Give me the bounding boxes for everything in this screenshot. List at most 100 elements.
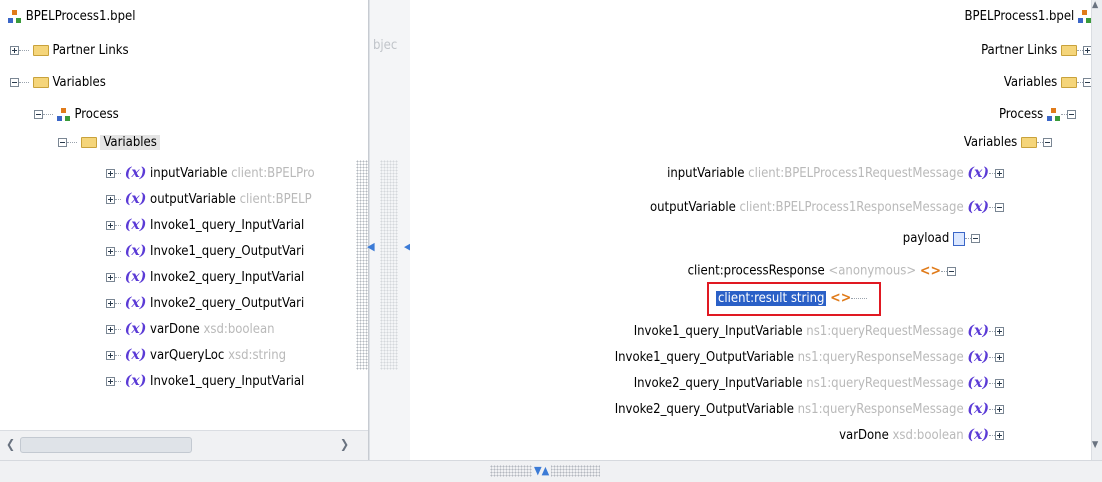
canvas-grid: [380, 160, 398, 370]
scroll-right-icon[interactable]: ❯: [340, 437, 349, 451]
process-icon: [1047, 107, 1061, 122]
tree-node-process-variables[interactable]: Variables: [58, 132, 160, 154]
tree-node-process-variables[interactable]: Variables: [964, 132, 1052, 154]
mapping-canvas: bjec ◀ ◀: [367, 0, 412, 460]
vertical-scrollbar[interactable]: ▲ ▼: [1091, 0, 1102, 460]
expand-icon[interactable]: [10, 46, 19, 55]
process-icon: [56, 107, 71, 122]
expand-icon[interactable]: [106, 377, 115, 386]
payload-icon: [953, 231, 965, 246]
variable-icon: (x): [967, 401, 989, 417]
variable-icon: (x): [124, 269, 147, 285]
tree-item-variable[interactable]: (x) Invoke2_query_OutputVari: [106, 292, 304, 314]
collapse-icon[interactable]: [971, 234, 980, 243]
expand-icon[interactable]: [106, 325, 115, 334]
tree-node-process[interactable]: Process: [999, 104, 1076, 126]
collapse-icon[interactable]: [947, 266, 956, 276]
tree-item-variable[interactable]: varDone xsd:boolean (x): [839, 424, 1004, 442]
element-icon: <>: [919, 263, 941, 279]
tree-item-variable[interactable]: (x) outputVariable client:BPELP: [106, 188, 312, 210]
client-result-label: client:result string: [716, 290, 827, 306]
horizontal-scrollbar[interactable]: ❮ ❯: [0, 430, 368, 460]
collapse-icon[interactable]: [10, 78, 19, 87]
tree-item-variable[interactable]: (x) Invoke2_query_InputVarial: [106, 266, 304, 288]
tree-item-variable[interactable]: Invoke2_query_OutputVariable ns1:queryRe…: [615, 398, 1004, 420]
expand-icon[interactable]: [106, 247, 115, 256]
bottom-splitter[interactable]: ▼▲: [0, 460, 1102, 482]
variable-icon: (x): [967, 323, 989, 339]
scroll-left-icon[interactable]: ❮: [6, 437, 15, 451]
folder-open-icon: [1061, 77, 1077, 88]
variable-icon: (x): [967, 165, 989, 181]
process-icon: [8, 9, 22, 24]
tree-item-input-variable[interactable]: inputVariable client:BPELProcess1Request…: [667, 162, 1004, 184]
tree-item-variable[interactable]: (x) Invoke1_query_InputVarial: [106, 370, 304, 392]
tree-item-payload[interactable]: payload: [903, 228, 980, 250]
expand-icon[interactable]: [106, 221, 115, 230]
folder-open-icon: [32, 77, 49, 88]
variable-icon: (x): [967, 427, 989, 442]
variable-icon: (x): [124, 373, 147, 389]
canvas-label: bjec: [373, 38, 398, 53]
variable-icon: (x): [124, 347, 147, 363]
tree-item-variable[interactable]: Invoke1_query_OutputVariable ns1:queryRe…: [615, 346, 1004, 368]
variable-icon: (x): [967, 349, 989, 365]
root-label: BPELProcess1.bpel: [25, 9, 136, 24]
tree-node-variables[interactable]: Variables: [1004, 72, 1092, 94]
expand-icon[interactable]: [106, 299, 115, 308]
pane-resize-grip[interactable]: [356, 160, 368, 370]
tree-item-variable[interactable]: Invoke1_query_InputVariable ns1:queryReq…: [634, 320, 1004, 342]
target-tree-pane: BPELProcess1.bpel Partner Links Variable…: [410, 0, 1102, 460]
expand-icon[interactable]: [995, 327, 1004, 336]
scroll-up-icon[interactable]: ▲: [1092, 0, 1098, 10]
tree-item-output-variable[interactable]: outputVariable client:BPELProcess1Respon…: [650, 196, 1004, 218]
variable-icon: (x): [124, 217, 147, 233]
source-tree-pane: BPELProcess1.bpel Partner Links Variable…: [0, 0, 369, 460]
expand-icon[interactable]: [106, 169, 115, 178]
collapse-icon[interactable]: [995, 203, 1004, 212]
tree-item-variable[interactable]: (x) varDone xsd:boolean: [106, 318, 275, 340]
process-icon: [1078, 9, 1092, 24]
tree-item-variable[interactable]: (x) Invoke1_query_OutputVari: [106, 240, 304, 262]
tree-item-variable[interactable]: (x) varQueryLoc xsd:string: [106, 344, 286, 366]
connector-left-arrow-icon: ◀: [367, 240, 375, 253]
scroll-down-icon[interactable]: ▼: [1092, 440, 1098, 450]
scroll-thumb[interactable]: [20, 437, 192, 453]
folder-icon: [32, 45, 49, 56]
expand-icon[interactable]: [995, 431, 1004, 440]
expand-icon[interactable]: [106, 195, 115, 204]
variable-icon: (x): [124, 243, 147, 259]
collapse-icon[interactable]: [1067, 110, 1076, 119]
tree-node-variables[interactable]: Variables: [10, 72, 106, 94]
element-icon: <>: [830, 290, 852, 306]
tree-node-process[interactable]: Process: [34, 104, 119, 126]
tree-item-process-response[interactable]: client:processResponse <anonymous> <>: [688, 260, 956, 282]
variable-icon: (x): [124, 191, 147, 207]
tree-item-variable[interactable]: (x) inputVariable client:BPELPro: [106, 162, 315, 184]
tree-root-left[interactable]: BPELProcess1.bpel: [8, 6, 135, 28]
expand-icon[interactable]: [106, 273, 115, 282]
tree-node-partner-links[interactable]: Partner Links: [10, 40, 129, 62]
expand-icon[interactable]: [995, 169, 1004, 178]
folder-open-icon: [1021, 137, 1037, 148]
tree-node-partner-links[interactable]: Partner Links: [981, 40, 1092, 62]
folder-open-icon: [80, 137, 97, 148]
expand-icon[interactable]: [106, 351, 115, 360]
folder-icon: [1061, 45, 1077, 56]
variable-icon: (x): [124, 295, 147, 311]
variable-icon: (x): [124, 165, 147, 181]
expand-icon[interactable]: [995, 405, 1004, 414]
tree-item-variable[interactable]: (x) Invoke1_query_InputVarial: [106, 214, 304, 236]
collapse-icon[interactable]: [58, 138, 67, 147]
variable-icon: (x): [124, 321, 147, 337]
tree-item-client-result[interactable]: client:result string <>: [716, 287, 868, 309]
tree-root-right[interactable]: BPELProcess1.bpel: [965, 6, 1092, 28]
expand-icon[interactable]: [995, 379, 1004, 388]
tree-item-variable[interactable]: Invoke2_query_InputVariable ns1:queryReq…: [634, 372, 1004, 394]
collapse-icon[interactable]: [1043, 138, 1052, 147]
collapse-icon[interactable]: [34, 110, 43, 119]
collapse-splitter-icon[interactable]: ▼▲: [532, 464, 552, 477]
variable-icon: (x): [967, 199, 989, 215]
expand-icon[interactable]: [995, 353, 1004, 362]
variable-icon: (x): [967, 375, 989, 391]
